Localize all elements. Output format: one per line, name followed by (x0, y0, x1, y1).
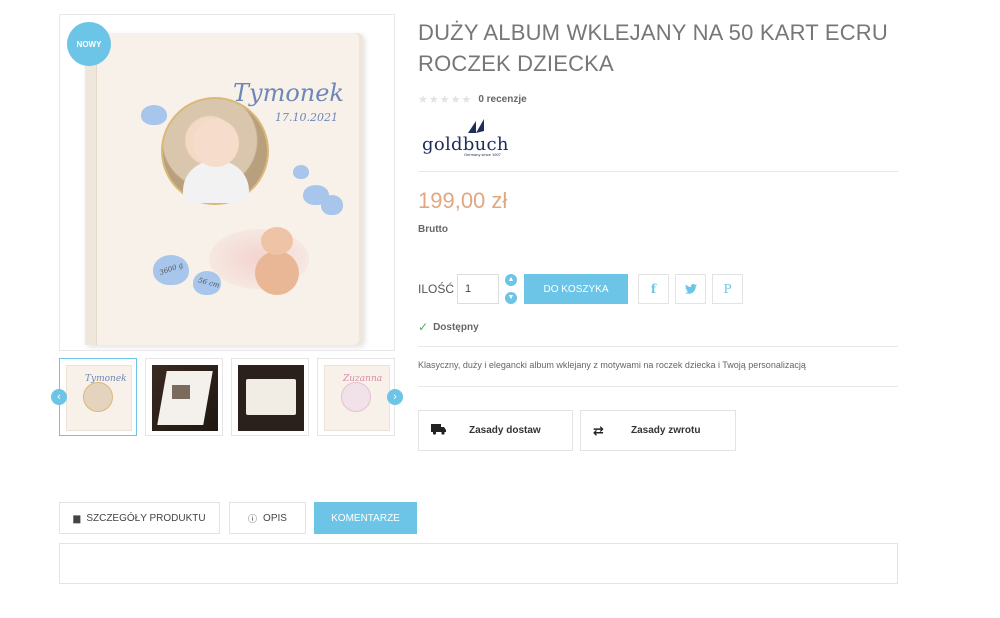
album-spine (85, 33, 97, 345)
book-icon (468, 119, 484, 133)
brand-logo[interactable]: goldbuch Germany since 1907 (420, 115, 512, 159)
divider (418, 346, 898, 347)
album-name-text: Tymonek (233, 79, 344, 107)
thumbnail-prev-arrow[interactable]: ‹ (51, 389, 67, 405)
twitter-icon (684, 284, 697, 294)
rating: ★★★★★ 0 recenzje (418, 93, 527, 106)
tab-label: KOMENTARZE (331, 512, 400, 524)
balloon-decoration (293, 165, 309, 179)
thumbnail-strip: Tymonek Zuzanna (59, 358, 395, 438)
tab-label: OPIS (263, 512, 287, 524)
quantity-label: ILOŚĆ (418, 282, 455, 296)
tab-content-panel (59, 543, 898, 584)
thumbnail-next-arrow[interactable]: › (387, 389, 403, 405)
tab-description[interactable]: ⓘ OPIS (229, 502, 306, 534)
divider (418, 171, 898, 172)
product-price: 199,00 zł (418, 188, 508, 213)
check-icon: ✓ (418, 320, 429, 334)
reviews-count[interactable]: 0 recenzje (478, 94, 526, 105)
heart-decoration (141, 105, 167, 125)
heart-length: 56 cm (193, 271, 221, 295)
facebook-share-button[interactable]: f (638, 274, 669, 304)
balloon-decoration (321, 195, 343, 215)
shipping-policy-button[interactable]: Zasady dostaw (418, 410, 573, 451)
tab-product-details[interactable]: ▆ SZCZEGÓŁY PRODUKTU (59, 502, 220, 534)
thumbnail-1[interactable]: Tymonek (59, 358, 137, 436)
twitter-share-button[interactable] (675, 274, 706, 304)
star-rating-icon[interactable]: ★★★★★ (418, 93, 472, 106)
tab-label: SZCZEGÓŁY PRODUKTU (86, 512, 206, 524)
availability-status: ✓ Dostępny (418, 320, 479, 334)
quantity-input[interactable] (457, 274, 499, 304)
teddy-bear-illustration (251, 227, 305, 295)
truck-icon (431, 423, 447, 438)
return-policy-button[interactable]: ⇄ Zasady zwrotu (580, 410, 736, 451)
new-badge: NOWY (67, 22, 111, 66)
pinterest-share-button[interactable]: P (712, 274, 743, 304)
quantity-decrease-button[interactable]: ▼ (505, 292, 517, 304)
pinterest-icon: P (723, 282, 732, 296)
thumbnail-3[interactable] (231, 358, 309, 436)
thumbnail-4[interactable]: Zuzanna (317, 358, 395, 436)
brand-tagline: Germany since 1907 (464, 152, 501, 157)
add-to-cart-button[interactable]: DO KOSZYKA (524, 274, 628, 304)
availability-text: Dostępny (433, 321, 479, 333)
facebook-icon: f (650, 282, 657, 296)
main-product-image[interactable]: NOWY Tymonek 17.10.2021 3600 g 56 cm (59, 14, 395, 351)
return-policy-label: Zasady zwrotu (631, 425, 701, 436)
album-cover: Tymonek 17.10.2021 3600 g 56 cm (85, 33, 363, 345)
tab-comments[interactable]: KOMENTARZE (314, 502, 417, 534)
info-icon: ⓘ (248, 513, 258, 524)
divider (418, 386, 898, 387)
quantity-increase-button[interactable]: ▲ (505, 274, 517, 286)
exchange-icon: ⇄ (593, 422, 604, 438)
shipping-policy-label: Zasady dostaw (469, 425, 541, 436)
short-description: Klasyczny, duży i elegancki album wkleja… (418, 360, 806, 370)
baby-photo (161, 97, 269, 205)
product-title: DUŻY ALBUM WKLEJANY NA 50 KART ECRU ROCZ… (418, 20, 888, 76)
document-icon: ▆ (73, 512, 81, 523)
price-note: Brutto (418, 224, 448, 235)
album-date-text: 17.10.2021 (275, 111, 338, 124)
thumbnail-2[interactable] (145, 358, 223, 436)
heart-weight: 3600 g (153, 255, 189, 285)
